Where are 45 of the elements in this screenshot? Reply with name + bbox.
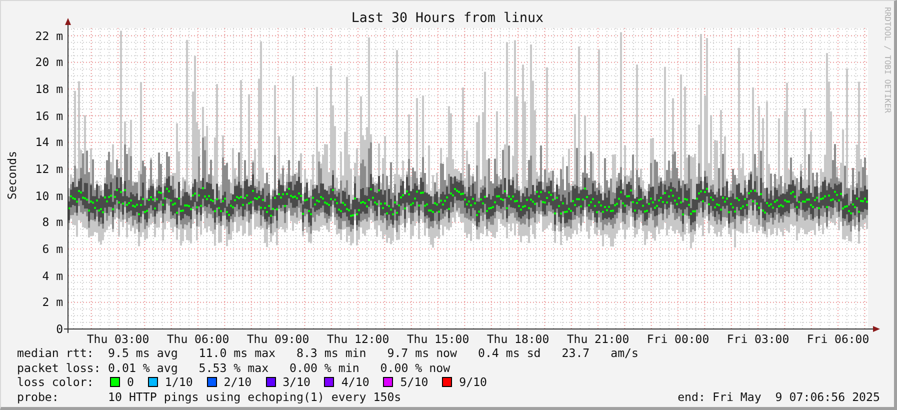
- x-tick-label: Fri 03:00: [726, 332, 790, 346]
- stat-value: 8.3 ms min: [296, 346, 366, 360]
- y-tick-label: 8 m: [41, 215, 63, 230]
- loss-color-label: 3/10: [282, 375, 310, 390]
- y-tick-label: 14 m: [34, 135, 63, 150]
- stat-value: 0.4 ms sd: [478, 346, 541, 360]
- loss-color-label: 0: [126, 375, 134, 390]
- x-tick-label: Thu 21:00: [566, 332, 630, 346]
- x-tick-label: Thu 06:00: [166, 332, 230, 346]
- legend-label: loss color:: [17, 375, 95, 390]
- legend-label: probe:: [17, 390, 60, 404]
- x-tick-label: Thu 15:00: [406, 332, 470, 346]
- stat-value: 11.0 ms max: [198, 346, 276, 360]
- loss-color-label: 2/10: [224, 375, 252, 390]
- y-tick-label: 22 m: [34, 28, 63, 43]
- x-tick-label: Thu 18:00: [486, 332, 550, 346]
- x-tick-label: Fri 06:00: [806, 332, 870, 346]
- probe-text: 10 HTTP pings using echoping(1) every 150s: [108, 390, 402, 404]
- stat-value: 0.00 % min: [290, 360, 360, 375]
- x-tick-label: Thu 09:00: [246, 332, 310, 346]
- y-tick-label: 6 m: [41, 242, 63, 256]
- stat-value: 23.7 am/s: [562, 346, 639, 360]
- stat-value: 9.7 ms now: [387, 346, 458, 360]
- y-tick-label: 0: [55, 322, 63, 336]
- legend-label: packet loss:: [17, 360, 102, 375]
- y-axis-title: Seconds: [4, 151, 20, 200]
- loss-color-label: 5/10: [400, 375, 428, 390]
- loss-color-label: 9/10: [459, 375, 488, 390]
- y-tick-label: 2 m: [41, 295, 63, 310]
- x-tick-label: Thu 12:00: [326, 332, 390, 346]
- stat-value: 0.01 % avg: [108, 360, 178, 375]
- x-tick-label: Fri 00:00: [646, 332, 710, 346]
- credit-text: RRDTOOL / TOBI OETIKER: [882, 7, 892, 113]
- loss-color-label: 4/10: [341, 375, 370, 390]
- y-tick-label: 16 m: [34, 108, 63, 123]
- loss-color-label: 1/10: [164, 375, 193, 390]
- x-tick-label: Thu 03:00: [86, 332, 150, 346]
- y-tick-label: 20 m: [34, 55, 63, 70]
- end-time: end: Fri May 9 07:06:56 2025: [678, 390, 880, 404]
- legend-label: median rtt:: [17, 346, 95, 360]
- y-tick-label: 18 m: [34, 82, 63, 96]
- stat-value: 0.00 % now: [380, 360, 450, 375]
- stat-value: 9.5 ms avg: [108, 346, 178, 360]
- y-tick-label: 4 m: [41, 268, 63, 283]
- stat-value: 5.53 % max: [198, 360, 269, 375]
